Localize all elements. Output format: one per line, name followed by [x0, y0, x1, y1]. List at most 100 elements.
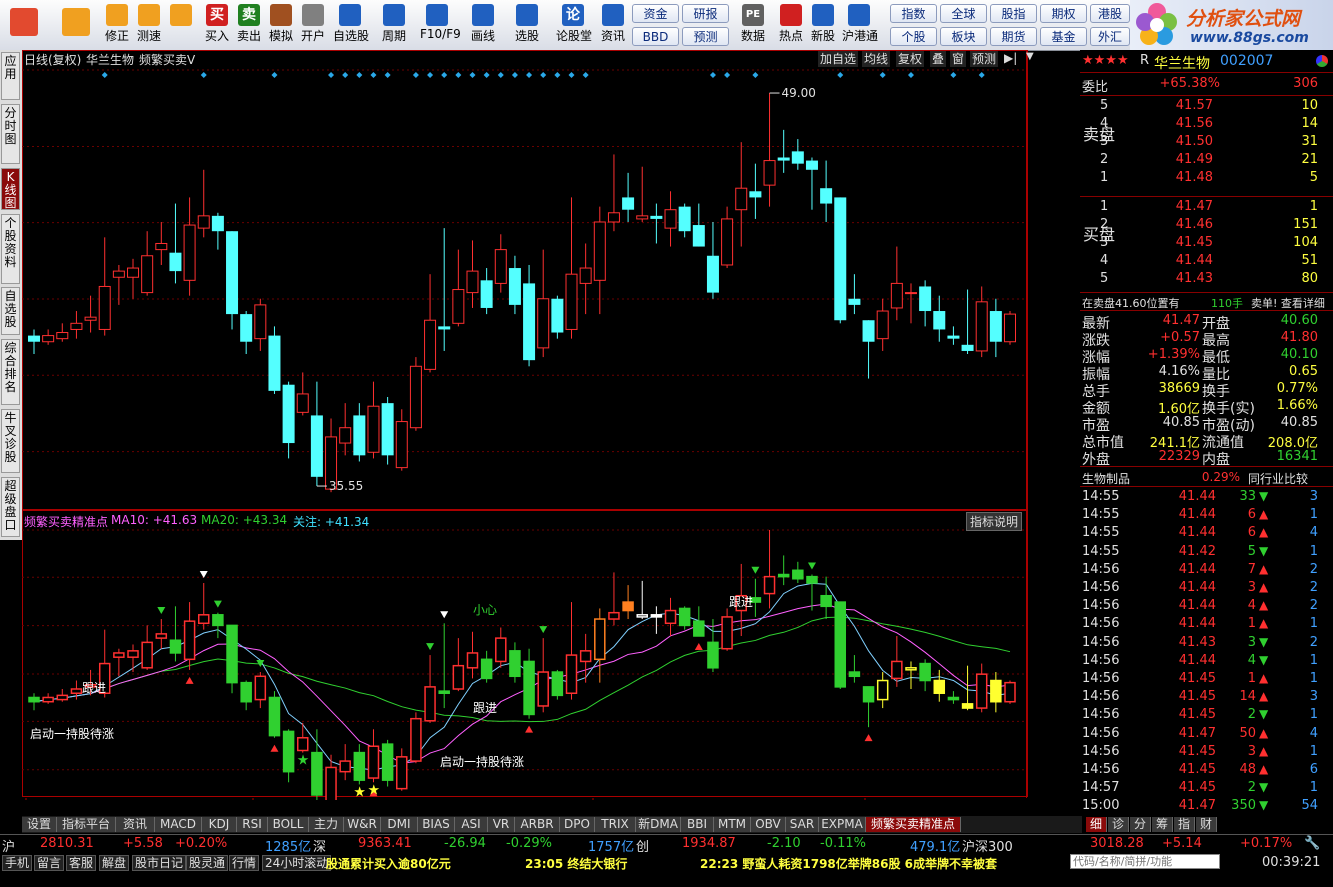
- chart-header-button[interactable]: 窗: [950, 51, 967, 67]
- kline-chart[interactable]: 49.7547.2644.7842.2939.8137.32+49.00+46.…: [22, 50, 1028, 800]
- chart-header-button[interactable]: 均线: [862, 51, 891, 67]
- indicator-tab[interactable]: TRIX: [595, 817, 636, 832]
- toolbar-button-news-icon[interactable]: 资讯: [596, 2, 630, 48]
- toolbar-small-button[interactable]: 港股: [1090, 4, 1130, 23]
- code-search-input[interactable]: [1070, 854, 1220, 869]
- orderbook-notice-link[interactable]: 卖单! 查看详细: [1251, 295, 1325, 311]
- quote-bottom-tab[interactable]: 分: [1130, 817, 1151, 832]
- bottom-bar-button[interactable]: 留言: [34, 855, 65, 871]
- toolbar-button-sse-hkex-icon[interactable]: 沪港通: [842, 2, 878, 48]
- chart-header-button[interactable]: 复权: [896, 51, 925, 67]
- toolbar-button-speed-icon[interactable]: 测速: [132, 2, 166, 48]
- indicator-tab[interactable]: BIAS: [418, 817, 455, 832]
- tick-count: 1: [1309, 743, 1318, 759]
- indicator-tab[interactable]: 资讯: [116, 817, 155, 832]
- toolbar-small-button[interactable]: 板块: [940, 27, 987, 46]
- indicator-tab[interactable]: BOLL: [268, 817, 309, 832]
- indicator-tab[interactable]: DMI: [381, 817, 418, 832]
- indicator-tab[interactable]: DPO: [560, 817, 595, 832]
- signal-annotation-text: 启动一持股待涨: [30, 726, 114, 741]
- left-tab[interactable]: K线图: [1, 168, 20, 210]
- toolbar-button-up-down-icon[interactable]: 修正: [100, 2, 134, 48]
- toolbar-button-f10-icon[interactable]: F10/F9: [420, 2, 461, 48]
- bottom-bar-button[interactable]: 客服: [66, 855, 97, 871]
- indicator-tab[interactable]: ASI: [455, 817, 488, 832]
- toolbar-small-button[interactable]: 期货: [990, 27, 1037, 46]
- left-tab[interactable]: 个股资料: [1, 214, 20, 284]
- quote-bottom-tab[interactable]: 财: [1196, 817, 1217, 832]
- toolbar-small-button[interactable]: 基金: [1040, 27, 1087, 46]
- quote-bottom-tab[interactable]: 诊: [1108, 817, 1129, 832]
- toolbar-button-windows-logo-icon[interactable]: [4, 2, 44, 48]
- left-tab[interactable]: 应用: [1, 52, 20, 100]
- news-ticker-3[interactable]: 22:23 野蛮人耗资1798亿举牌86股 6成举牌不幸被套: [700, 855, 997, 872]
- quote-bottom-tab[interactable]: 指: [1174, 817, 1195, 832]
- globe-icon[interactable]: [1316, 55, 1328, 67]
- left-tab[interactable]: 分时图: [1, 104, 20, 164]
- toolbar-small-button[interactable]: 指数: [890, 4, 937, 23]
- toolbar-button-star-list-icon[interactable]: 自选股: [333, 2, 369, 48]
- signal-diamond-icon: [483, 72, 490, 78]
- toolbar-small-button[interactable]: 外汇: [1090, 27, 1130, 46]
- toolbar-small-button[interactable]: 全球: [940, 4, 987, 23]
- indicator-tab[interactable]: 指标平台: [57, 817, 116, 832]
- toolbar-button-sell-icon[interactable]: 卖卖出: [232, 2, 266, 48]
- toolbar-small-button[interactable]: 个股: [890, 27, 937, 46]
- quote-bottom-tab[interactable]: 筹: [1152, 817, 1173, 832]
- toolbar-button-pencil-icon[interactable]: 画线: [466, 2, 500, 48]
- bottom-bar-button[interactable]: 24小时滚动: [262, 855, 332, 871]
- indicator-tab[interactable]: ARBR: [515, 817, 560, 832]
- toolbar-button-pe-data-icon[interactable]: PE 数据: [736, 2, 770, 48]
- indicator-tab[interactable]: KDJ: [202, 817, 237, 832]
- left-tab[interactable]: 牛叉诊股: [1, 409, 20, 473]
- toolbar-button-select-stock-icon[interactable]: 选股: [510, 2, 544, 48]
- pin-icon[interactable]: ▶|: [1004, 51, 1017, 65]
- toolbar-small-button[interactable]: BBD: [632, 27, 679, 46]
- toolbar-small-button[interactable]: 股指: [990, 4, 1037, 23]
- toolbar-small-button[interactable]: 期权: [1040, 4, 1087, 23]
- toolbar-small-button[interactable]: 资金: [632, 4, 679, 23]
- bottom-bar-button[interactable]: 手机: [2, 855, 33, 871]
- toolbar-small-button[interactable]: 预测: [682, 27, 729, 46]
- indicator-tab[interactable]: VR: [488, 817, 515, 832]
- left-tab[interactable]: 超级盘口: [1, 477, 20, 537]
- indicator-tab[interactable]: 设置: [22, 817, 57, 832]
- news-ticker-2[interactable]: 23:05 终结大银行: [525, 855, 627, 872]
- news-ticker-1[interactable]: 股通累计买入逾80亿元: [326, 855, 451, 872]
- chart-header-button[interactable]: 叠: [930, 51, 947, 67]
- bottom-bar-button[interactable]: 解盘: [99, 855, 130, 871]
- indicator-tab[interactable]: SAR: [786, 817, 819, 832]
- bottom-bar-button[interactable]: 股市日记: [132, 855, 187, 871]
- indicator-tab[interactable]: MTM: [714, 817, 751, 832]
- left-tab[interactable]: 自选股: [1, 287, 20, 335]
- left-tab[interactable]: 综合排名: [1, 339, 20, 405]
- bottom-bar-button[interactable]: 股灵通: [186, 855, 229, 871]
- chart-header-button[interactable]: 加自选: [818, 51, 859, 67]
- indicator-tab[interactable]: OBV: [751, 817, 786, 832]
- quote-bottom-tab[interactable]: 细: [1086, 817, 1107, 832]
- industry-compare-button[interactable]: 同行业比较: [1248, 470, 1308, 487]
- toolbar-button-clock-icon[interactable]: [164, 2, 198, 48]
- dropdown-icon[interactable]: ▼: [1026, 51, 1034, 62]
- toolbar-button-lock-icon[interactable]: 开户: [296, 2, 330, 48]
- chart-header-button[interactable]: 预测: [970, 51, 999, 67]
- toolbar-small-button[interactable]: 研报: [682, 4, 729, 23]
- indicator-explain-button[interactable]: 指标说明: [966, 512, 1023, 531]
- toolbar-button-forum-icon[interactable]: 论论股堂: [556, 2, 592, 48]
- indicator-tab[interactable]: BBI: [681, 817, 714, 832]
- indicator-tab[interactable]: 新DMA: [636, 817, 681, 832]
- toolbar-button-buy-icon[interactable]: 买买入: [200, 2, 234, 48]
- indicator-tab[interactable]: RSI: [237, 817, 268, 832]
- toolbar-button-hammer-icon[interactable]: 模拟: [264, 2, 298, 48]
- indicator-tab[interactable]: EXPMA: [819, 817, 866, 832]
- bottom-bar-button[interactable]: 行情: [229, 855, 260, 871]
- wrench-icon[interactable]: 🔧: [1304, 836, 1320, 851]
- toolbar-button-new-stock-icon[interactable]: 新股: [806, 2, 840, 48]
- indicator-tab[interactable]: 频繁买卖精准点: [866, 817, 961, 832]
- indicator-tab[interactable]: W&R: [344, 817, 381, 832]
- indicator-tab[interactable]: MACD: [155, 817, 202, 832]
- toolbar-button-hot-icon[interactable]: 热点: [774, 2, 808, 48]
- indicator-tab[interactable]: 主力: [309, 817, 344, 832]
- toolbar-button-cycle-icon[interactable]: 周期: [377, 2, 411, 48]
- toolbar-button-back-arrow-icon[interactable]: [56, 2, 96, 48]
